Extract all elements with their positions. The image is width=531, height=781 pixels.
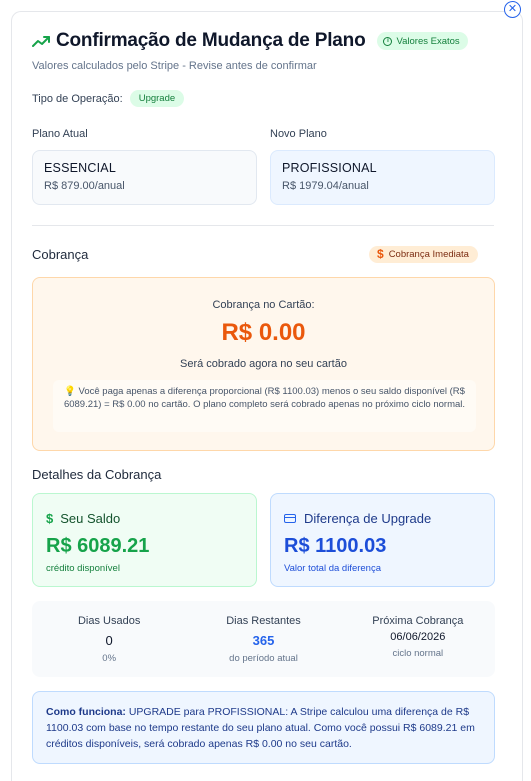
page-title: Confirmação de Mudança de Plano xyxy=(56,30,366,51)
days-remaining-sub: do período atual xyxy=(229,653,298,664)
how-it-works-note: Como funciona: UPGRADE para PROFISSIONAL… xyxy=(32,691,495,764)
new-plan-price: R$ 1979.04/anual xyxy=(282,180,369,192)
how-it-works-label: Como funciona: xyxy=(46,706,126,718)
modal-header: Confirmação de Mudança de Plano i Valore… xyxy=(32,30,502,72)
new-plan-label: Novo Plano xyxy=(270,128,327,140)
page-subtitle: Valores calculados pelo Stripe - Revise … xyxy=(32,60,317,72)
days-used-sub: 0% xyxy=(102,653,117,664)
difference-sub: Valor total da diferença xyxy=(284,563,381,574)
immediate-charge-badge: $ Cobrança Imediata xyxy=(369,246,478,263)
next-charge-sub: ciclo normal xyxy=(392,648,444,659)
plan-change-modal: Confirmação de Mudança de Plano i Valore… xyxy=(11,11,523,781)
new-plan-card: PROFISSIONAL R$ 1979.04/anual xyxy=(270,150,495,205)
close-button[interactable]: ✕ xyxy=(504,1,521,18)
new-plan-name: PROFISSIONAL xyxy=(282,161,377,175)
proration-tip-text: Você paga apenas a diferença proporciona… xyxy=(63,386,466,410)
dollar-icon: $ xyxy=(46,511,54,526)
card-charge-note: Será cobrado agora no seu cartão xyxy=(180,358,347,370)
dollar-icon: $ xyxy=(377,247,384,261)
exact-values-label: Valores Exatos xyxy=(396,35,460,47)
upgrade-difference-card: Diferença de Upgrade R$ 1100.03 Valor to… xyxy=(270,493,495,587)
next-charge-date: 06/06/2026 xyxy=(390,631,446,643)
difference-value: R$ 1100.03 xyxy=(284,535,387,557)
balance-value: R$ 6089.21 xyxy=(46,535,150,557)
days-remaining: Dias Restantes 365 do período atual xyxy=(186,601,340,677)
current-plan-name: ESSENCIAL xyxy=(44,161,116,175)
next-charge-label: Próxima Cobrança xyxy=(372,615,464,627)
section-divider xyxy=(32,225,494,226)
operation-type-label: Tipo de Operação: xyxy=(32,92,123,105)
days-used-value: 0 xyxy=(105,633,113,648)
difference-label: Diferença de Upgrade xyxy=(304,511,432,526)
balance-sub: crédito disponível xyxy=(46,563,120,574)
proration-tip: 💡 Você paga apenas a diferença proporcio… xyxy=(53,380,476,432)
card-charge-panel: Cobrança no Cartão: R$ 0.00 Será cobrado… xyxy=(32,277,495,451)
days-remaining-value: 365 xyxy=(252,633,275,648)
next-charge: Próxima Cobrança 06/06/2026 ciclo normal xyxy=(341,601,495,677)
current-plan-card: ESSENCIAL R$ 879.00/anual xyxy=(32,150,257,205)
exact-values-badge: i Valores Exatos xyxy=(377,32,468,50)
card-charge-label: Cobrança no Cartão: xyxy=(212,299,315,311)
balance-label: Seu Saldo xyxy=(60,511,121,526)
info-icon: i xyxy=(383,36,393,46)
immediate-charge-label: Cobrança Imediata xyxy=(388,249,469,260)
billing-section-title: Cobrança xyxy=(32,247,89,262)
days-used: Dias Usados 0 0% xyxy=(32,601,186,677)
lightbulb-icon: 💡 xyxy=(64,386,76,397)
close-icon: ✕ xyxy=(507,3,518,15)
trending-up-icon xyxy=(32,36,50,47)
balance-card: $ Seu Saldo R$ 6089.21 crédito disponíve… xyxy=(32,493,257,587)
days-used-label: Dias Usados xyxy=(77,615,141,627)
days-remaining-label: Dias Restantes xyxy=(226,615,301,627)
operation-type-row: Tipo de Operação: Upgrade xyxy=(32,90,185,107)
details-section-title: Detalhes da Cobrança xyxy=(32,467,162,482)
current-plan-price: R$ 879.00/anual xyxy=(44,180,125,192)
credit-card-icon xyxy=(284,514,296,523)
card-charge-amount: R$ 0.00 xyxy=(221,319,306,346)
billing-period-summary: Dias Usados 0 0% Dias Restantes 365 do p… xyxy=(32,601,495,677)
current-plan-label: Plano Atual xyxy=(32,128,88,140)
upgrade-badge: Upgrade xyxy=(129,90,185,107)
